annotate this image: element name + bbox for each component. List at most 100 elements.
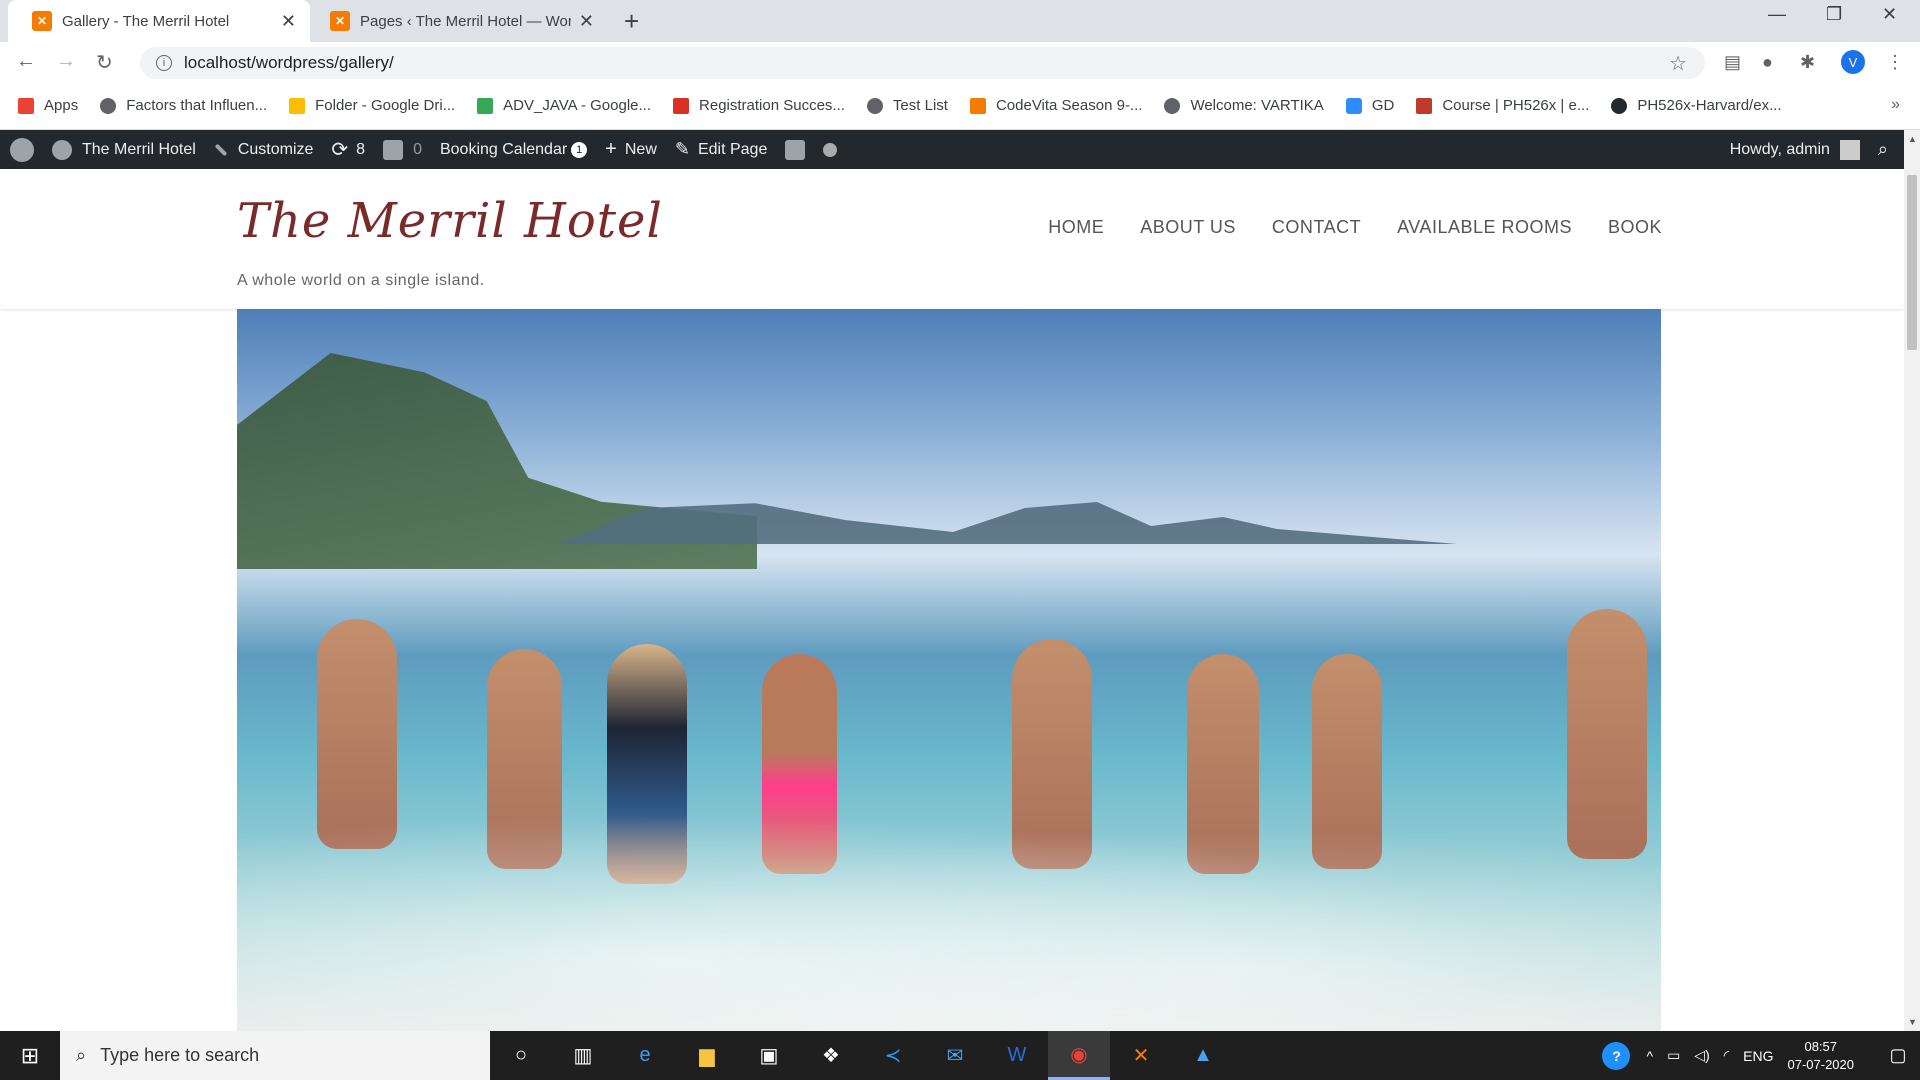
language-indicator[interactable]: ENG bbox=[1743, 1048, 1773, 1064]
taskbar-search[interactable]: ⌕ Type here to search bbox=[60, 1031, 490, 1080]
edge-icon[interactable]: e bbox=[614, 1031, 676, 1080]
site-info-icon[interactable]: i bbox=[156, 55, 172, 71]
water-splash bbox=[237, 791, 1661, 1031]
plus-icon: + bbox=[605, 138, 617, 160]
adminbar-site-name[interactable]: The Merril Hotel bbox=[52, 139, 196, 160]
extension-icon[interactable]: ▤ bbox=[1724, 52, 1741, 73]
adminbar-seo-status[interactable] bbox=[823, 142, 838, 157]
extensions-puzzle-icon[interactable]: ✱ bbox=[1800, 52, 1815, 73]
tab-title: Pages ‹ The Merril Hotel — Word bbox=[360, 12, 571, 30]
tab-title: Gallery - The Merril Hotel bbox=[62, 12, 230, 30]
battery-icon[interactable]: ▭ bbox=[1667, 1047, 1680, 1064]
bookmark-label: Registration Succes... bbox=[699, 97, 845, 114]
mail-icon[interactable]: ✉ bbox=[924, 1031, 986, 1080]
bookmark-item[interactable]: GD bbox=[1345, 97, 1394, 114]
bookmark-star-icon[interactable]: ☆ bbox=[1669, 51, 1687, 76]
zoom-icon bbox=[1345, 97, 1362, 114]
pencil-icon: ✎ bbox=[674, 139, 690, 159]
minimize-icon[interactable]: — bbox=[1768, 4, 1786, 25]
bookmark-item[interactable]: Course | PH526x | e... bbox=[1416, 97, 1589, 114]
apps-grid-icon bbox=[18, 97, 34, 114]
bookmark-label: Factors that Influen... bbox=[126, 97, 268, 114]
howdy-admin[interactable]: Howdy, admin bbox=[1730, 141, 1830, 159]
store-icon[interactable]: ▣ bbox=[738, 1031, 800, 1080]
close-tab-icon[interactable]: ✕ bbox=[281, 11, 296, 32]
main-navigation: HOME ABOUT US CONTACT AVAILABLE ROOMS BO… bbox=[1048, 217, 1662, 238]
codevita-icon bbox=[969, 97, 986, 114]
extension-circle-icon[interactable]: ● bbox=[1762, 52, 1773, 73]
adminbar-search-icon[interactable]: ⌕ bbox=[1878, 139, 1888, 160]
bookmark-item[interactable]: Registration Succes... bbox=[673, 97, 845, 114]
forward-icon[interactable]: → bbox=[56, 50, 76, 73]
nav-home[interactable]: HOME bbox=[1048, 217, 1104, 238]
scroll-thumb[interactable] bbox=[1907, 175, 1917, 350]
updates-icon: ⟳ bbox=[331, 139, 349, 161]
bookmark-item[interactable]: PH526x-Harvard/ex... bbox=[1611, 97, 1782, 114]
bookmark-item[interactable]: Welcome: VARTIKA bbox=[1164, 97, 1324, 114]
new-tab-button[interactable]: + bbox=[624, 6, 639, 37]
adminbar-comments[interactable]: 0 bbox=[383, 139, 422, 160]
notifications-icon[interactable]: ▢ bbox=[1876, 1045, 1920, 1066]
wordpress-logo-icon[interactable] bbox=[10, 137, 34, 162]
vscode-icon[interactable]: ≺ bbox=[862, 1031, 924, 1080]
close-tab-icon[interactable]: ✕ bbox=[579, 11, 594, 32]
bookmark-apps[interactable]: Apps bbox=[18, 97, 78, 114]
bookmark-label: CodeVita Season 9-... bbox=[995, 97, 1143, 114]
bookmark-label: Apps bbox=[44, 97, 79, 114]
tab-pages[interactable]: ✕ Pages ‹ The Merril Hotel — Word ✕ bbox=[306, 0, 608, 42]
adminbar-booking-calendar[interactable]: Booking Calendar 1 bbox=[439, 140, 588, 159]
nav-contact[interactable]: CONTACT bbox=[1272, 217, 1361, 238]
page-scrollbar[interactable]: ▲ ▼ bbox=[1904, 130, 1920, 1031]
tab-gallery[interactable]: ✕ Gallery - The Merril Hotel ✕ bbox=[8, 0, 310, 42]
nav-book[interactable]: BOOK bbox=[1608, 217, 1662, 238]
dropbox-icon[interactable]: ❖ bbox=[800, 1031, 862, 1080]
globe-icon bbox=[1164, 97, 1181, 114]
window-close-icon[interactable]: ✕ bbox=[1882, 4, 1897, 25]
adminbar-yoast[interactable] bbox=[785, 139, 806, 160]
xampp-favicon-icon: ✕ bbox=[330, 11, 350, 31]
adminbar-new[interactable]: + New bbox=[605, 138, 657, 161]
back-icon[interactable]: ← bbox=[16, 50, 36, 73]
cortana-icon[interactable]: ○ bbox=[490, 1031, 552, 1080]
islands-shape bbox=[557, 502, 1457, 544]
bookmark-item[interactable]: Test List bbox=[866, 97, 948, 114]
bookmarks-bar: Apps Factors that Influen... Folder - Go… bbox=[0, 82, 1920, 130]
help-icon[interactable]: ? bbox=[1602, 1041, 1631, 1070]
adminbar-edit-page[interactable]: ✎ Edit Page bbox=[675, 139, 767, 160]
taskbar-clock[interactable]: 08:57 07-07-2020 bbox=[1788, 1038, 1855, 1074]
booking-calendar-label: Booking Calendar bbox=[439, 140, 568, 158]
booking-badge: 1 bbox=[571, 141, 588, 158]
profile-avatar[interactable]: V bbox=[1841, 50, 1865, 74]
windows-start-icon[interactable]: ⊞ bbox=[0, 1031, 60, 1080]
adminbar-customize[interactable]: Customize bbox=[214, 141, 313, 159]
nav-available-rooms[interactable]: AVAILABLE ROOMS bbox=[1397, 217, 1572, 238]
volume-icon[interactable]: ◁) bbox=[1694, 1047, 1709, 1064]
updates-count: 8 bbox=[356, 140, 366, 158]
nav-about-us[interactable]: ABOUT US bbox=[1140, 217, 1236, 238]
clock-date: 07-07-2020 bbox=[1787, 1056, 1855, 1072]
file-explorer-icon[interactable]: ▆ bbox=[676, 1031, 738, 1080]
menu-kebab-icon[interactable]: ⋮ bbox=[1886, 52, 1904, 73]
photos-icon[interactable]: ▲ bbox=[1172, 1031, 1234, 1080]
word-icon[interactable]: W bbox=[986, 1031, 1048, 1080]
restore-icon[interactable]: ❐ bbox=[1826, 4, 1842, 25]
wifi-icon[interactable]: ◜ bbox=[1724, 1047, 1729, 1064]
reload-icon[interactable]: ↻ bbox=[96, 50, 113, 75]
adminbar-updates[interactable]: ⟳ 8 bbox=[331, 137, 365, 162]
bookmarks-overflow-icon[interactable]: » bbox=[1891, 96, 1900, 114]
wordpress-icon bbox=[10, 137, 34, 162]
scroll-up-icon[interactable]: ▲ bbox=[1908, 134, 1917, 144]
tray-chevron-icon[interactable]: ^ bbox=[1646, 1048, 1653, 1064]
address-bar[interactable]: i localhost/wordpress/gallery/ ☆ bbox=[140, 47, 1705, 79]
bookmark-item[interactable]: Factors that Influen... bbox=[100, 97, 267, 114]
task-view-icon[interactable]: ▥ bbox=[552, 1031, 614, 1080]
bookmark-item[interactable]: CodeVita Season 9-... bbox=[969, 97, 1143, 114]
xampp-icon[interactable]: ✕ bbox=[1110, 1031, 1172, 1080]
admin-avatar[interactable] bbox=[1839, 139, 1860, 160]
bookmark-item[interactable]: Folder - Google Dri... bbox=[289, 97, 455, 114]
scroll-down-icon[interactable]: ▼ bbox=[1908, 1017, 1917, 1027]
google-drive-icon bbox=[477, 97, 494, 114]
site-title[interactable]: The Merril Hotel bbox=[237, 193, 663, 249]
chrome-icon[interactable]: ◉ bbox=[1048, 1031, 1110, 1080]
bookmark-item[interactable]: ADV_JAVA - Google... bbox=[477, 97, 651, 114]
